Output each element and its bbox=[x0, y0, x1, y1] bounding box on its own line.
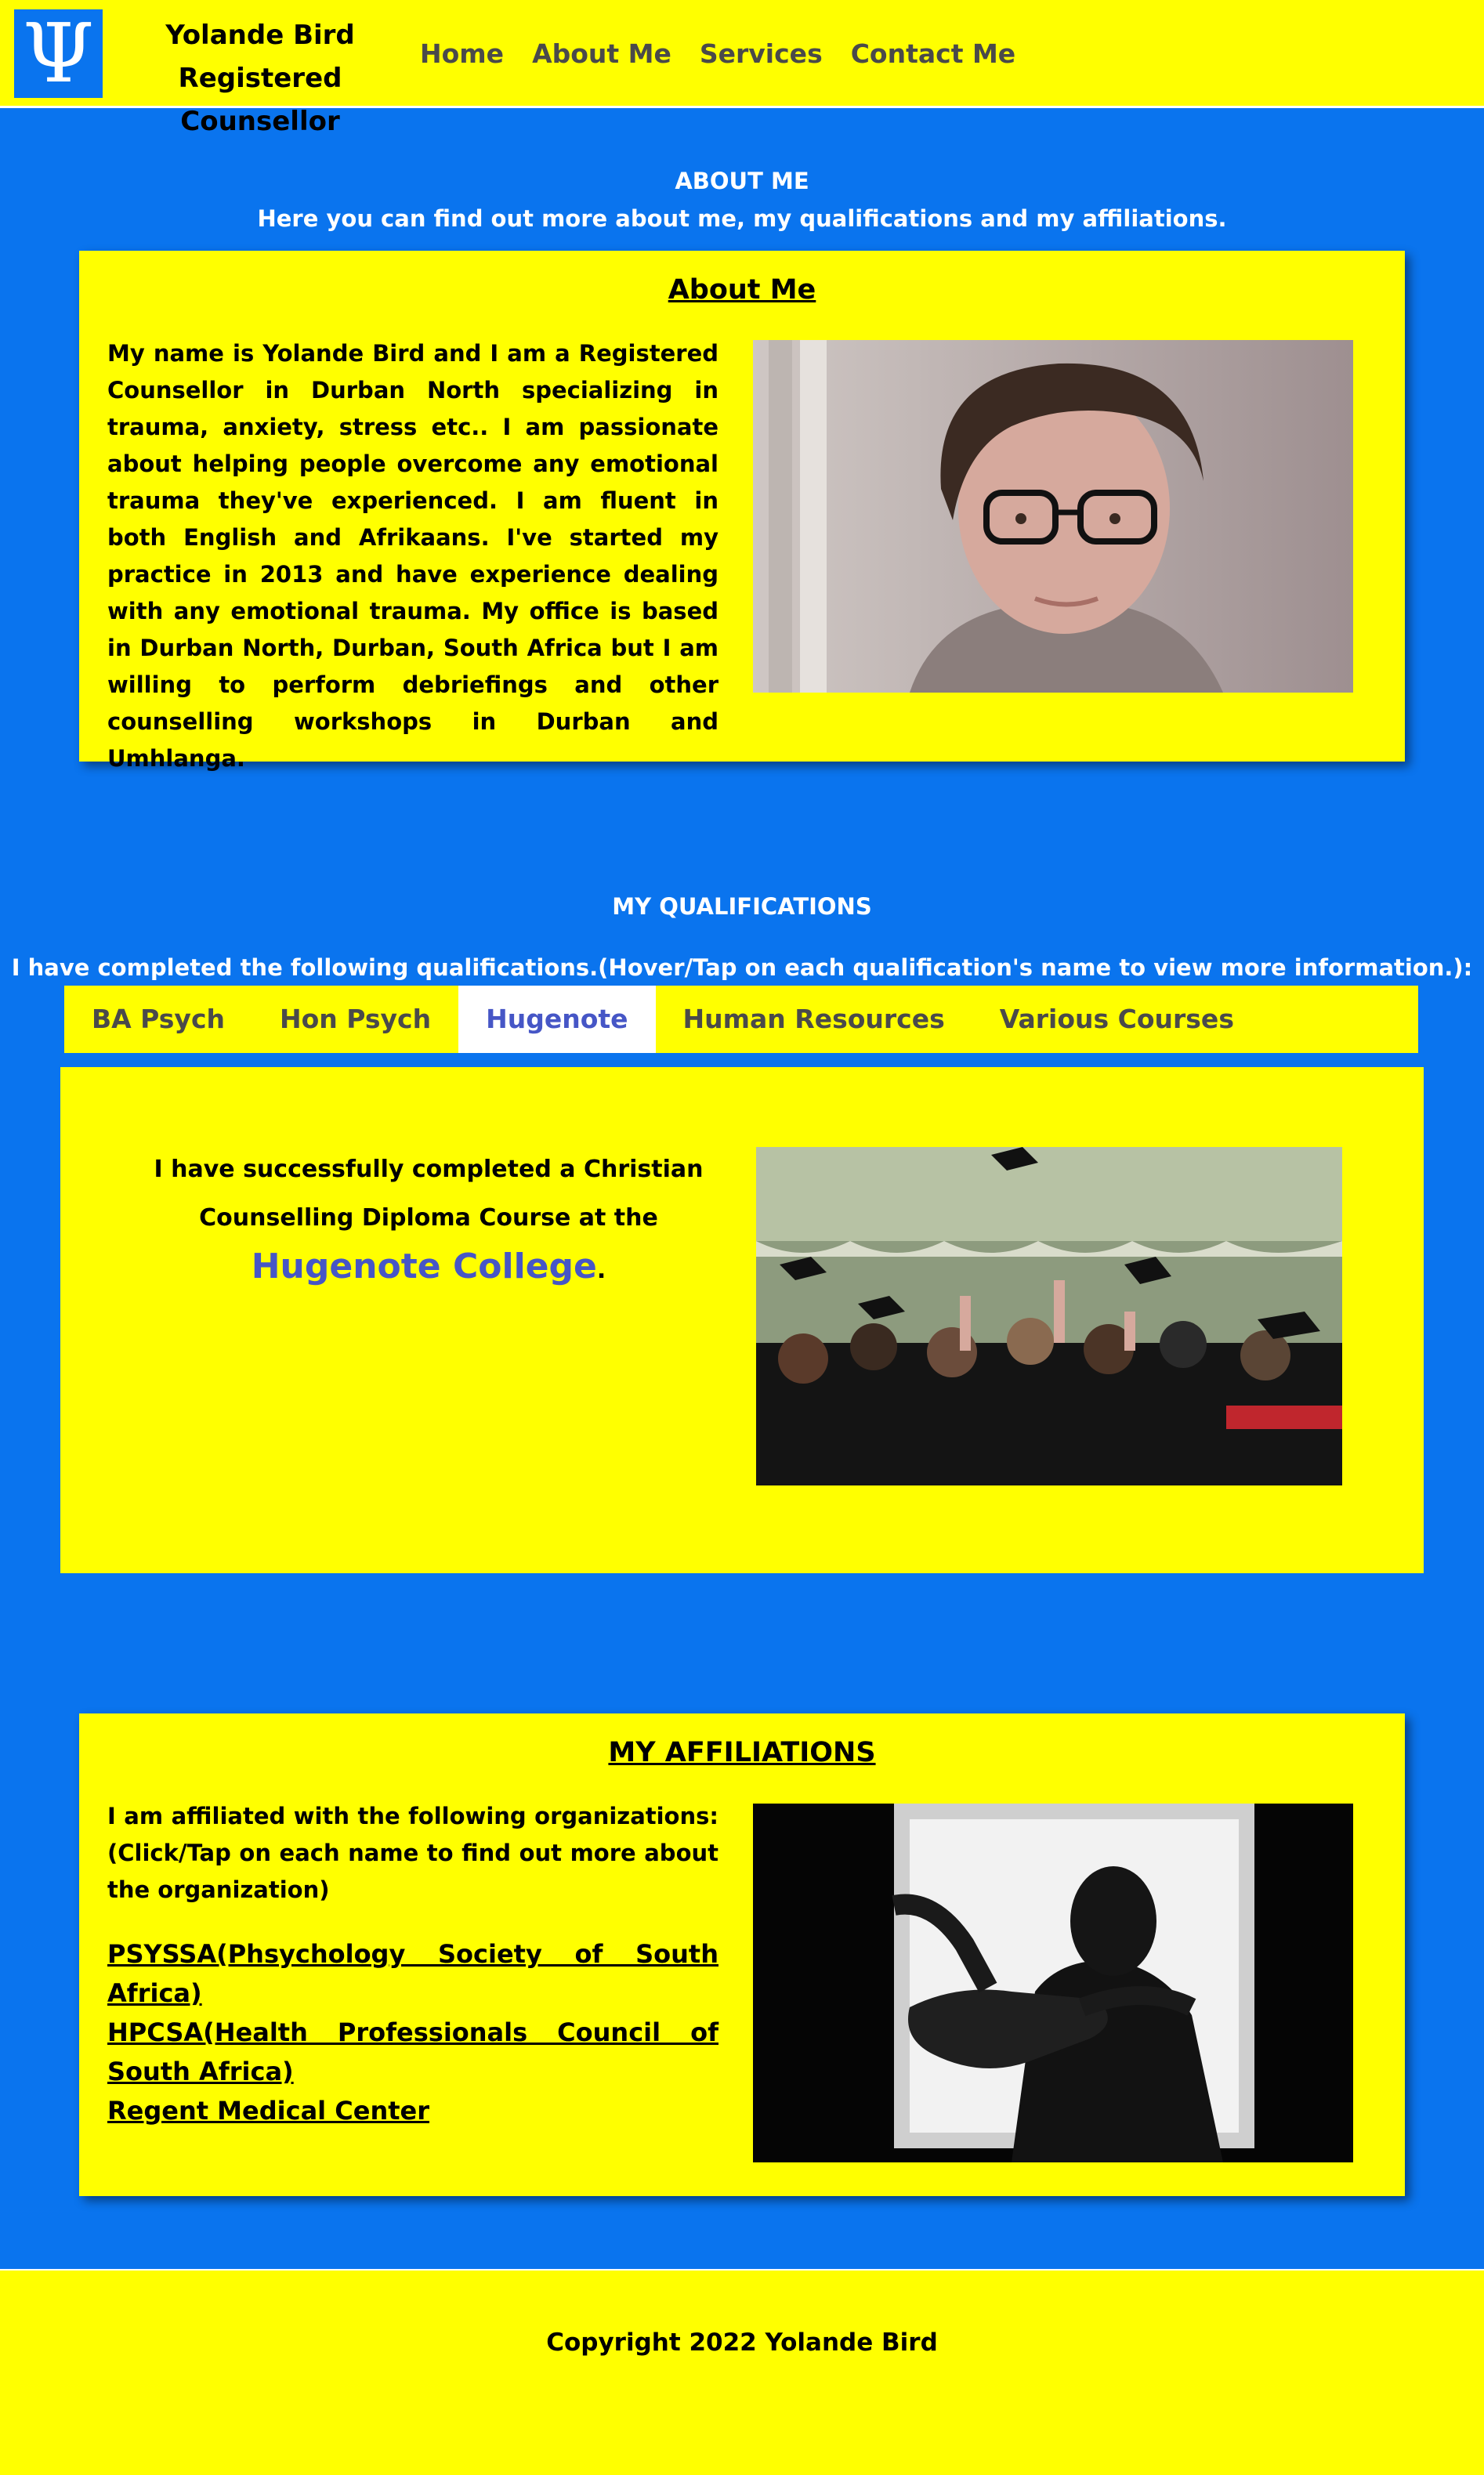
copyright-text: Copyright 2022 Yolande Bird bbox=[546, 2328, 938, 2357]
reaching-hand-photo-image bbox=[753, 1804, 1353, 2162]
nav-about-me[interactable]: About Me bbox=[532, 30, 671, 78]
tab-various-courses[interactable]: Various Courses bbox=[972, 986, 1261, 1053]
tab-ba-psych[interactable]: BA Psych bbox=[64, 986, 252, 1053]
brand-title: Registered Counsellor bbox=[178, 63, 342, 137]
qualifications-section-subtitle: I have completed the following qualifica… bbox=[11, 954, 1473, 981]
hugenote-college-link[interactable]: Hugenote College bbox=[252, 1247, 597, 1286]
hpcsa-link[interactable]: HPCSA(Health Professionals Council of So… bbox=[107, 2013, 718, 2091]
psyssa-link[interactable]: PSYSSA(Phsychology Society of South Afri… bbox=[107, 1934, 718, 2013]
about-card: About Me My name is Yolande Bird and I a… bbox=[79, 251, 1405, 772]
qualification-panel: I have successfully completed a Christia… bbox=[60, 1067, 1424, 1573]
affiliations-card: MY AFFILIATIONS I am affiliated with the… bbox=[79, 1713, 1405, 2196]
qualification-text-end: . bbox=[596, 1257, 606, 1284]
portrait-photo-image bbox=[753, 340, 1353, 693]
qualifications-section-title: MY QUALIFICATIONS bbox=[612, 893, 872, 920]
psi-icon[interactable]: Ψ bbox=[14, 9, 103, 98]
about-paragraph: My name is Yolande Bird and I am a Regis… bbox=[107, 340, 718, 772]
graduation-photo-image bbox=[756, 1147, 1342, 1485]
about-card-title: About Me bbox=[668, 274, 816, 306]
tab-hugenote[interactable]: Hugenote bbox=[458, 986, 656, 1053]
graduation-photo bbox=[756, 1147, 1342, 1485]
tab-hon-psych[interactable]: Hon Psych bbox=[252, 986, 458, 1053]
site-header: Ψ Yolande Bird Registered Counsellor Hom… bbox=[0, 0, 1484, 137]
portrait-photo bbox=[753, 340, 1353, 693]
qualification-text: I have successfully completed a Christia… bbox=[154, 1156, 704, 1232]
affiliations-paragraph: I am affiliated with the following organ… bbox=[107, 1803, 718, 1903]
about-section-title: ABOUT ME bbox=[675, 168, 809, 194]
brand[interactable]: Yolande Bird Registered Counsellor bbox=[114, 14, 406, 143]
main-nav: Home About Me Services Contact Me bbox=[420, 30, 1015, 78]
nav-home[interactable]: Home bbox=[420, 30, 504, 78]
qualification-description: I have successfully completed a Christia… bbox=[147, 1145, 711, 1295]
affiliations-card-title: MY AFFILIATIONS bbox=[608, 1737, 876, 1768]
nav-services[interactable]: Services bbox=[700, 30, 823, 78]
affiliations-links: PSYSSA(Phsychology Society of South Afri… bbox=[107, 1934, 718, 2130]
nav-contact-me[interactable]: Contact Me bbox=[851, 30, 1015, 78]
regent-medical-center-link[interactable]: Regent Medical Center bbox=[107, 2091, 718, 2130]
site-footer: Copyright 2022 Yolande Bird bbox=[0, 2269, 1484, 2475]
brand-name: Yolande Bird bbox=[165, 20, 355, 51]
tab-human-resources[interactable]: Human Resources bbox=[656, 986, 972, 1053]
reaching-hand-photo bbox=[753, 1804, 1353, 2162]
about-section-subtitle: Here you can find out more about me, my … bbox=[257, 205, 1227, 232]
qualification-tabs: BA Psych Hon Psych Hugenote Human Resour… bbox=[64, 986, 1418, 1053]
